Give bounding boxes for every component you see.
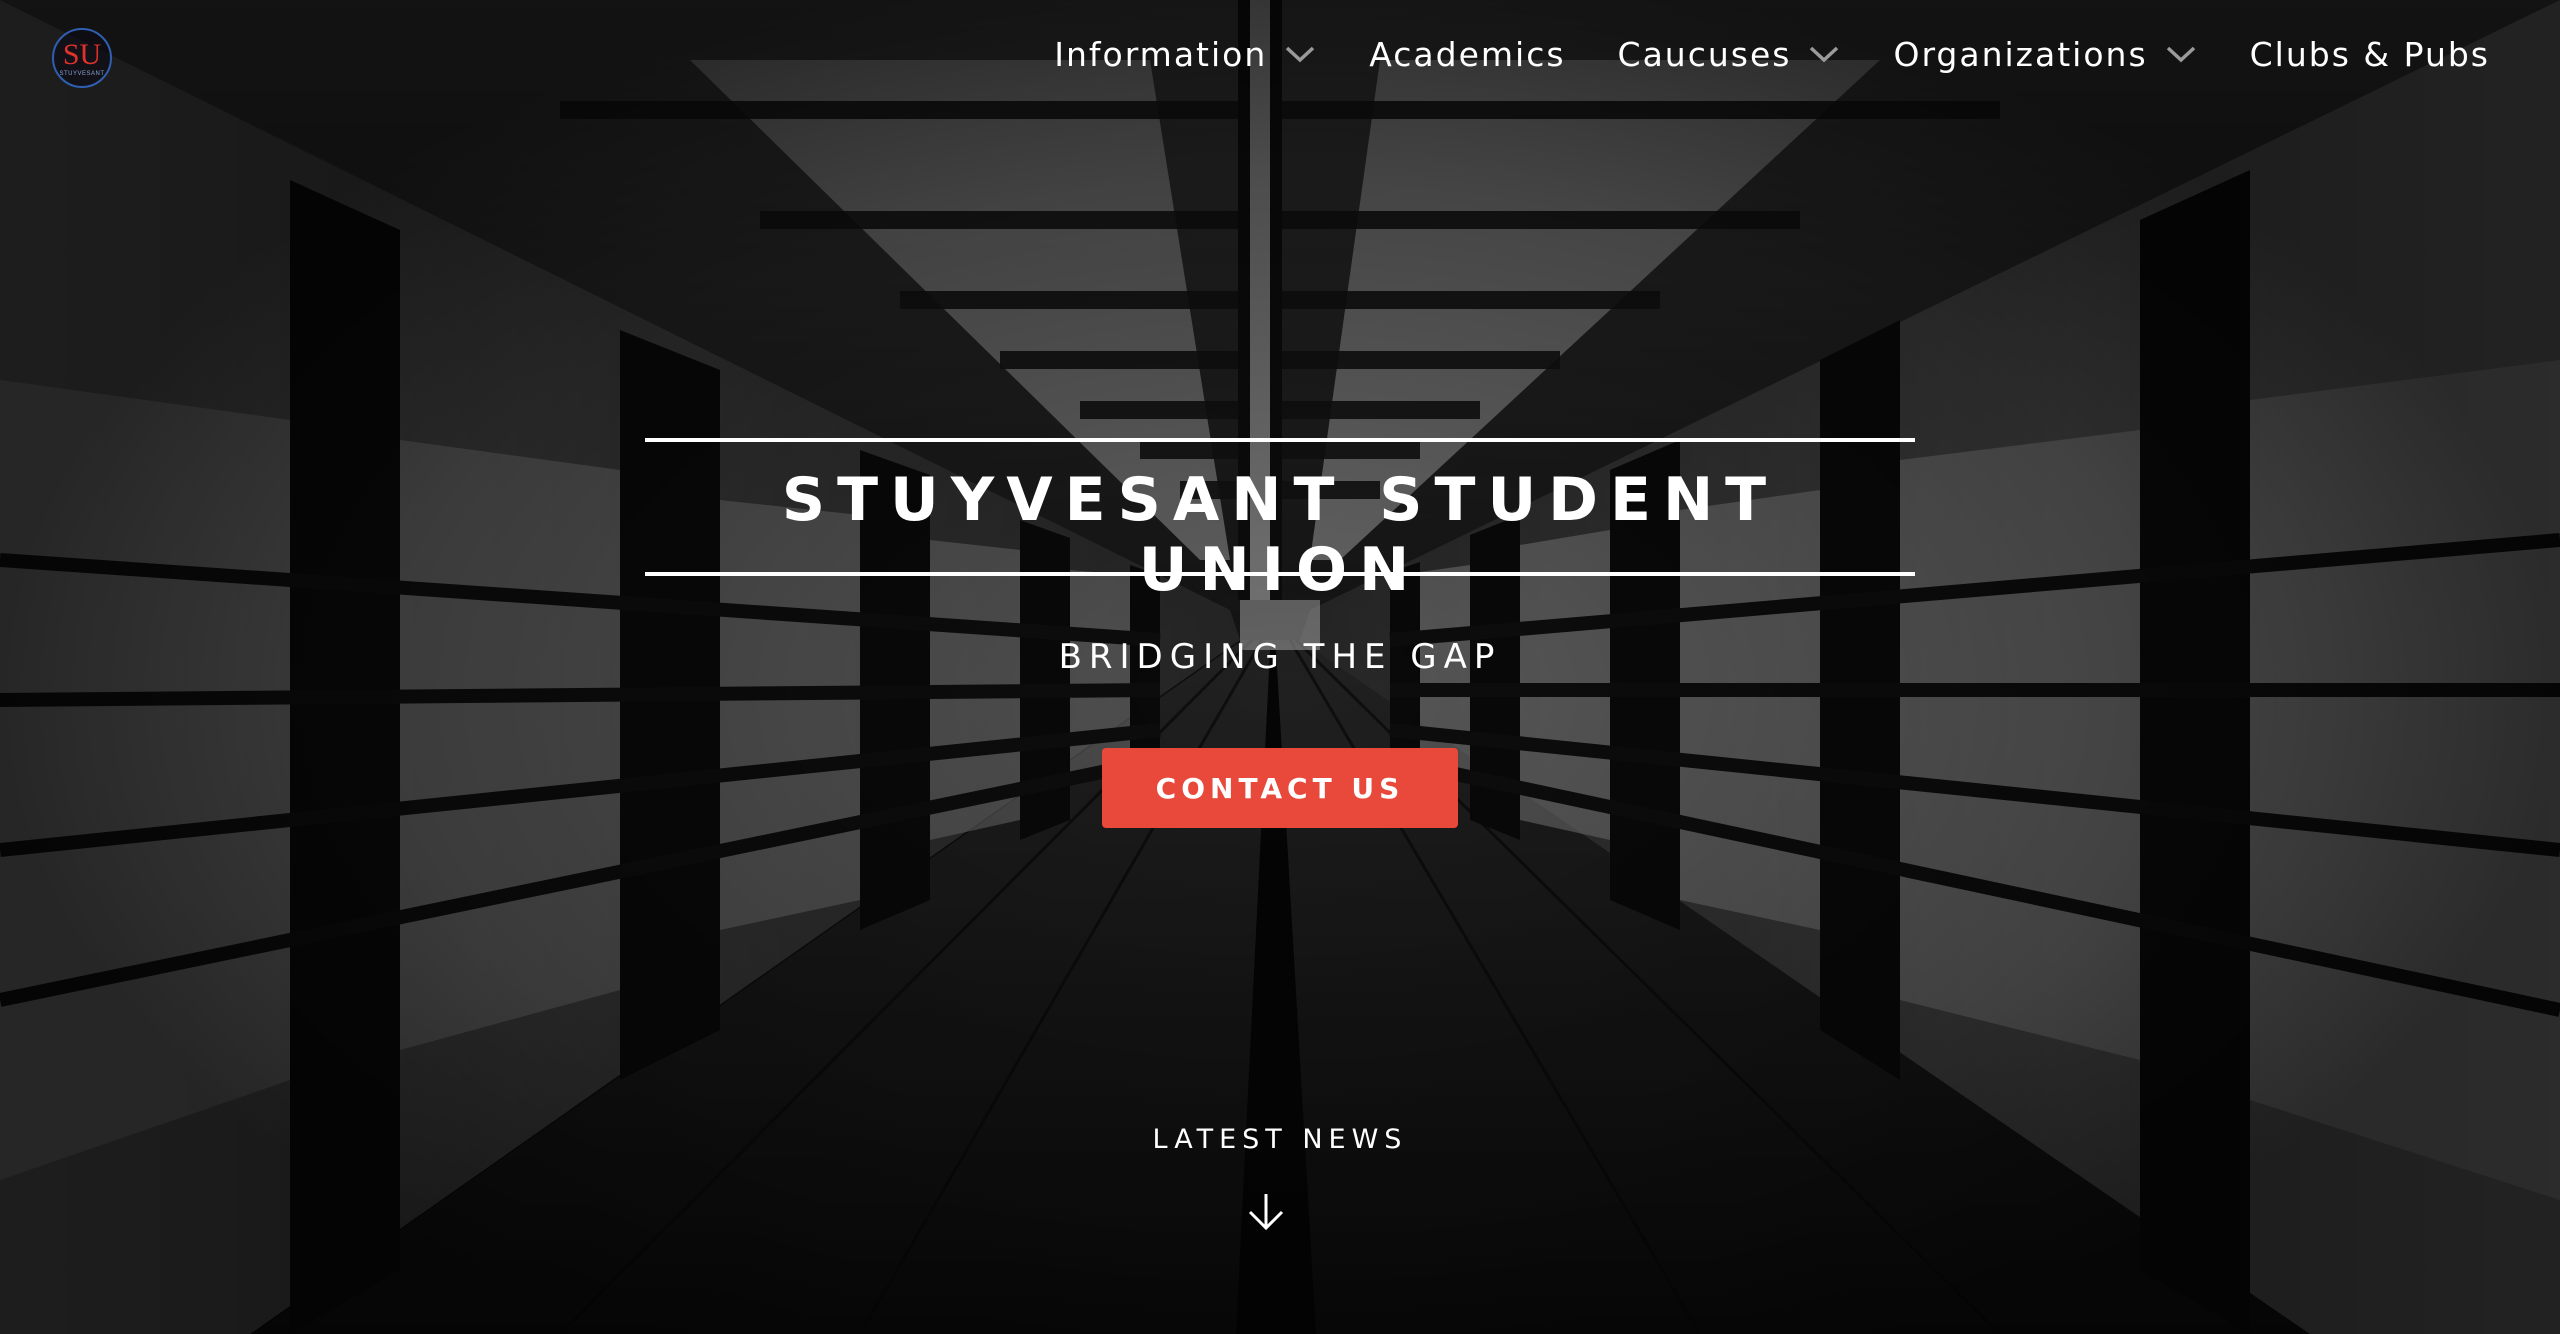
nav-item-information[interactable]: Information xyxy=(1054,35,1317,74)
logo-mark: SU xyxy=(62,37,102,71)
chevron-down-icon xyxy=(1286,46,1315,63)
chevron-down-icon xyxy=(2166,46,2195,63)
chevron-down-icon xyxy=(1810,46,1839,63)
nav-item-label: Organizations xyxy=(1893,34,2148,74)
title-bottom-rule xyxy=(645,572,1915,576)
nav-item-academics[interactable]: Academics xyxy=(1369,35,1565,74)
nav-item-label: Information xyxy=(1054,34,1268,74)
page-title: STUYVESANT STUDENT UNION xyxy=(781,465,1779,605)
hero-section: SU STUYVESANT Information Academics Cauc… xyxy=(0,0,2560,1334)
title-top-rule xyxy=(645,438,1915,442)
contact-us-button[interactable]: CONTACT US xyxy=(1102,748,1458,828)
site-logo[interactable]: SU STUYVESANT xyxy=(52,28,112,88)
latest-news-label: LATEST NEWS xyxy=(1152,1124,1408,1155)
nav-item-label: Caucuses xyxy=(1617,34,1792,74)
arrow-down-icon[interactable] xyxy=(1246,1190,1286,1234)
nav-item-caucuses[interactable]: Caucuses xyxy=(1618,35,1842,74)
nav-item-organizations[interactable]: Organizations xyxy=(1893,35,2197,74)
main-nav: Information Academics Caucuses Organizat… xyxy=(1054,28,2490,80)
nav-item-label: Academics xyxy=(1369,34,1566,74)
hero-subtitle: BRIDGING THE GAP xyxy=(1058,637,1502,677)
logo-subtext: STUYVESANT xyxy=(59,70,105,77)
nav-item-label: Clubs & Pubs xyxy=(2249,34,2490,74)
nav-item-clubs-pubs[interactable]: Clubs & Pubs xyxy=(2250,35,2490,74)
